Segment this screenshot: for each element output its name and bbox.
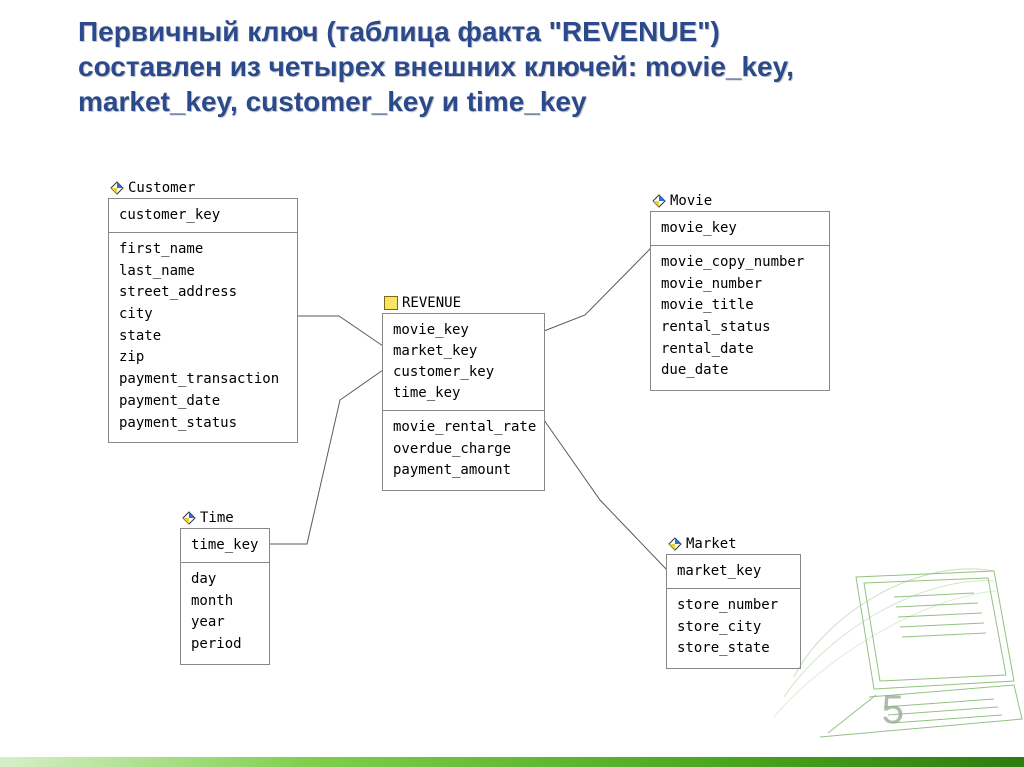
attr-list: movie_copy_number movie_number movie_tit… xyxy=(651,246,829,390)
entity-movie: Movie movie_key movie_copy_number movie_… xyxy=(650,193,830,391)
entity-label: Time xyxy=(200,510,234,526)
dimension-icon xyxy=(110,181,124,195)
dimension-icon xyxy=(668,537,682,551)
attr-list: first_name last_name street_address city… xyxy=(109,233,297,442)
pk-list: market_key xyxy=(667,555,800,589)
entity-market: Market market_key store_number store_cit… xyxy=(666,536,801,669)
laptop-decoration xyxy=(764,557,1024,767)
entity-label: Customer xyxy=(128,180,195,196)
attr-list: store_number store_city store_state xyxy=(667,589,800,668)
pk-list: customer_key xyxy=(109,199,297,233)
attr-list: movie_rental_rate overdue_charge payment… xyxy=(383,411,544,490)
entity-label: Market xyxy=(686,536,737,552)
footer-bar xyxy=(0,757,1024,767)
attr-list: day month year period xyxy=(181,563,269,664)
entity-label: Movie xyxy=(670,193,712,209)
dimension-icon xyxy=(182,511,196,525)
page-number: 5 xyxy=(882,688,904,733)
fact-icon xyxy=(384,296,398,310)
entity-customer: Customer customer_key first_name last_na… xyxy=(108,180,298,443)
entity-revenue: REVENUE movie_key market_key customer_ke… xyxy=(382,295,545,491)
dimension-icon xyxy=(652,194,666,208)
pk-list: movie_key market_key customer_key time_k… xyxy=(383,314,544,411)
entity-time: Time time_key day month year period xyxy=(180,510,270,665)
pk-list: time_key xyxy=(181,529,269,563)
entity-label: REVENUE xyxy=(402,295,461,311)
pk-list: movie_key xyxy=(651,212,829,246)
slide-title: Первичный ключ (таблица факта "REVENUE")… xyxy=(78,14,938,119)
